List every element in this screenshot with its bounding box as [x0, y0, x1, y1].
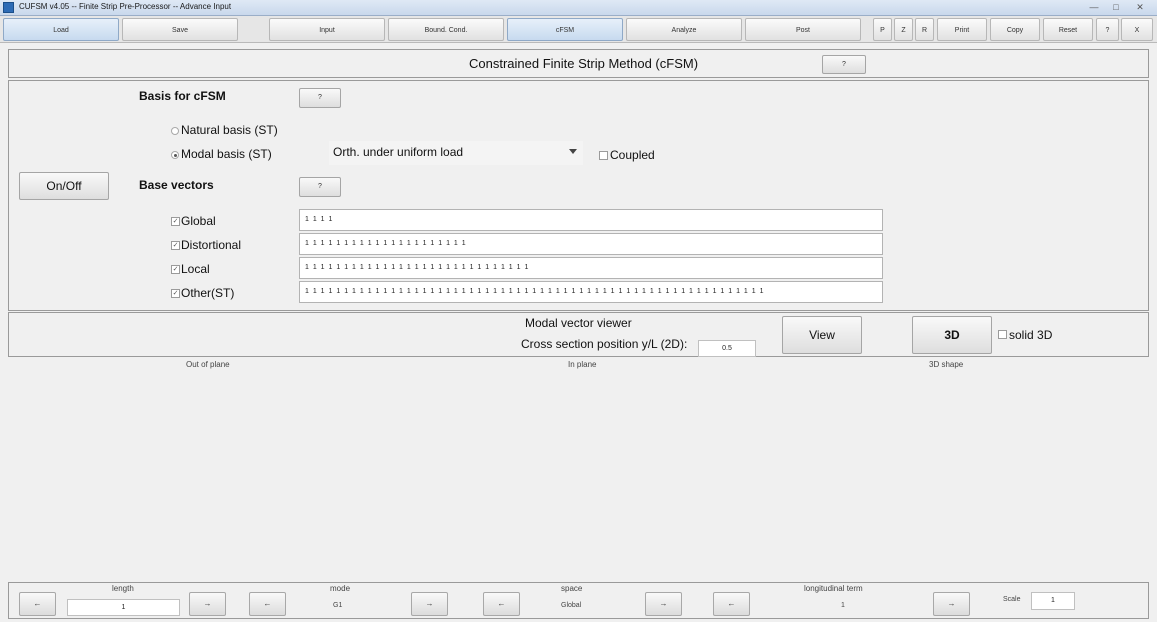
print-button[interactable]: Print — [937, 18, 987, 41]
reset-button[interactable]: Reset — [1043, 18, 1093, 41]
length-prev-button[interactable]: ← — [19, 592, 56, 616]
app-icon — [3, 2, 14, 13]
base-vectors-help-button[interactable]: ? — [299, 177, 341, 197]
solid-3d-checkbox[interactable] — [998, 330, 1007, 339]
space-label: space — [561, 584, 583, 593]
longitudinal-next-button[interactable]: → — [933, 592, 970, 616]
on-off-button[interactable]: On/Off — [19, 172, 109, 200]
bound-cond-button[interactable]: Bound. Cond. — [388, 18, 504, 41]
bottom-controls: ← length 1 → ← mode G1 → ← space Global … — [8, 582, 1149, 619]
scale-label: Scale — [1003, 596, 1021, 603]
other-checkbox[interactable]: ✓ — [171, 289, 180, 298]
window-title: CUFSM v4.05 -- Finite Strip Pre-Processo… — [19, 2, 232, 11]
close-button[interactable]: ✕ — [1131, 1, 1149, 14]
minimize-button[interactable]: — — [1085, 1, 1103, 14]
modal-basis-label: Modal basis (ST) — [181, 147, 272, 161]
natural-basis-radio[interactable] — [171, 127, 179, 135]
title-bar: CUFSM v4.05 -- Finite Strip Pre-Processo… — [0, 0, 1157, 16]
cfsm-button[interactable]: cFSM — [507, 18, 623, 41]
scale-input[interactable]: 1 — [1031, 592, 1075, 610]
longitudinal-label: longitudinal term — [804, 584, 863, 593]
longitudinal-prev-button[interactable]: ← — [713, 592, 750, 616]
local-checkbox[interactable]: ✓ — [171, 265, 180, 274]
viewer-heading: Modal vector viewer — [525, 316, 632, 330]
local-label: Local — [181, 262, 210, 276]
view-button[interactable]: View — [782, 316, 862, 354]
load-button[interactable]: Load — [3, 18, 119, 41]
basis-panel: Basis for cFSM ? Natural basis (ST) Moda… — [8, 80, 1149, 311]
space-next-button[interactable]: → — [645, 592, 682, 616]
main-toolbar: Load Save Input Bound. Cond. cFSM Analyz… — [0, 16, 1157, 43]
chevron-down-icon — [569, 149, 577, 154]
space-prev-button[interactable]: ← — [483, 592, 520, 616]
in-plane-label: In plane — [568, 360, 597, 369]
global-label: Global — [181, 214, 216, 228]
out-of-plane-label: Out of plane — [186, 360, 230, 369]
local-vectors-field[interactable]: 1 1 1 1 1 1 1 1 1 1 1 1 1 1 1 1 1 1 1 1 … — [299, 257, 883, 279]
longitudinal-value: 1 — [841, 602, 845, 609]
page-title: Constrained Finite Strip Method (cFSM) — [469, 56, 699, 71]
cross-section-label: Cross section position y/L (2D): — [521, 337, 688, 351]
header-help-button[interactable]: ? — [822, 55, 866, 74]
coupled-checkbox[interactable] — [599, 151, 608, 160]
solid-3d-label: solid 3D — [1009, 328, 1053, 342]
modal-basis-radio[interactable] — [171, 151, 179, 159]
distortional-label: Distortional — [181, 238, 242, 252]
maximize-button[interactable]: □ — [1107, 1, 1125, 14]
global-checkbox[interactable]: ✓ — [171, 217, 180, 226]
plot-area — [8, 372, 1149, 580]
global-vectors-field[interactable]: 1 1 1 1 — [299, 209, 883, 231]
basis-heading: Basis for cFSM — [139, 89, 226, 103]
copy-button[interactable]: Copy — [990, 18, 1040, 41]
r-button[interactable]: R — [915, 18, 934, 41]
base-vectors-heading: Base vectors — [139, 178, 214, 192]
basis-dropdown[interactable]: Orth. under uniform load — [329, 141, 583, 165]
post-button[interactable]: Post — [745, 18, 861, 41]
distortional-checkbox[interactable]: ✓ — [171, 241, 180, 250]
mode-value: G1 — [333, 602, 343, 609]
mode-next-button[interactable]: → — [411, 592, 448, 616]
save-button[interactable]: Save — [122, 18, 238, 41]
coupled-label: Coupled — [610, 148, 655, 162]
cross-section-input[interactable]: 0.5 — [698, 340, 756, 357]
analyze-button[interactable]: Analyze — [626, 18, 742, 41]
input-button[interactable]: Input — [269, 18, 385, 41]
basis-dropdown-value: Orth. under uniform load — [333, 145, 464, 159]
viewer-panel: Modal vector viewer Cross section positi… — [8, 312, 1149, 357]
mode-label: mode — [330, 584, 351, 593]
3d-button[interactable]: 3D — [912, 316, 992, 354]
3d-shape-label: 3D shape — [929, 360, 964, 369]
cufsm-window: CUFSM v4.05 -- Finite Strip Pre-Processo… — [0, 0, 1157, 622]
other-vectors-field[interactable]: 1 1 1 1 1 1 1 1 1 1 1 1 1 1 1 1 1 1 1 1 … — [299, 281, 883, 303]
length-label: length — [112, 584, 134, 593]
natural-basis-label: Natural basis (ST) — [181, 123, 278, 137]
x-button[interactable]: X — [1121, 18, 1153, 41]
help-button[interactable]: ? — [1096, 18, 1119, 41]
mode-prev-button[interactable]: ← — [249, 592, 286, 616]
distortional-vectors-field[interactable]: 1 1 1 1 1 1 1 1 1 1 1 1 1 1 1 1 1 1 1 1 … — [299, 233, 883, 255]
header-panel: Constrained Finite Strip Method (cFSM) ? — [8, 49, 1149, 78]
basis-help-button[interactable]: ? — [299, 88, 341, 108]
p-button[interactable]: P — [873, 18, 892, 41]
length-next-button[interactable]: → — [189, 592, 226, 616]
space-value: Global — [561, 602, 582, 609]
other-label: Other(ST) — [181, 286, 235, 300]
z-button[interactable]: Z — [894, 18, 913, 41]
length-input[interactable]: 1 — [67, 599, 180, 616]
